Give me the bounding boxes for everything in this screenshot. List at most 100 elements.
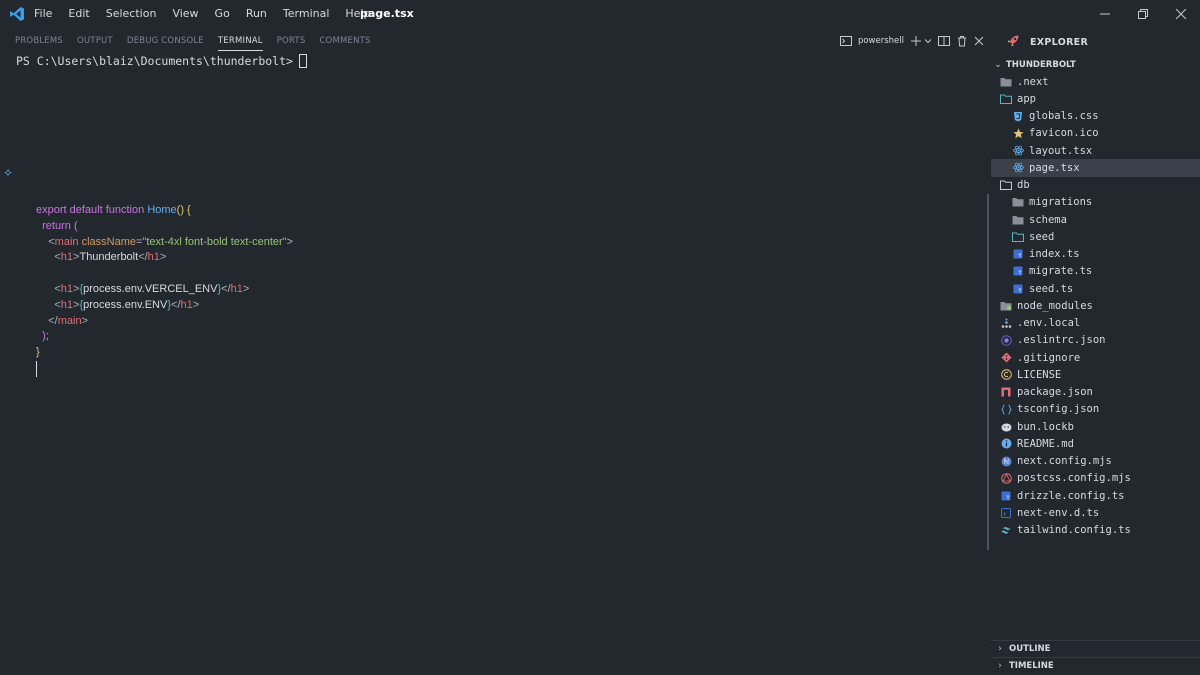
tab-debug-console[interactable]: DEBUG CONSOLE — [120, 30, 211, 52]
close-panel-icon[interactable] — [974, 36, 984, 46]
tag: h1 — [147, 251, 160, 264]
menu-edit[interactable]: Edit — [60, 0, 97, 28]
tree-item-seed[interactable]: seed — [991, 228, 1200, 245]
tree-item-label: package.json — [1017, 386, 1093, 399]
git-diamond-icon — [1000, 352, 1012, 364]
tree-item-label: tsconfig.json — [1017, 403, 1100, 416]
panel-scrollbar[interactable] — [987, 194, 989, 550]
tree-item-migrate-ts[interactable]: migrate.ts — [991, 263, 1200, 280]
menu-terminal[interactable]: Terminal — [275, 0, 338, 28]
restore-button[interactable] — [1124, 0, 1162, 28]
outline-section[interactable]: › OUTLINE — [991, 640, 1200, 657]
tree-item-page-tsx[interactable]: page.tsx — [991, 159, 1200, 177]
postcss-icon — [1000, 472, 1012, 484]
keyword: return — [42, 219, 71, 232]
panel-actions: powershell — [839, 30, 990, 52]
tree-item-label: db — [1017, 179, 1030, 192]
menu-run[interactable]: Run — [238, 0, 275, 28]
timeline-label: TIMELINE — [1009, 661, 1054, 671]
tree-item-license[interactable]: LICENSE — [991, 366, 1200, 383]
window-controls — [1086, 0, 1200, 28]
tree-item-migrations[interactable]: migrations — [991, 194, 1200, 211]
tree-item-label: postcss.config.mjs — [1017, 472, 1131, 485]
menu-view[interactable]: View — [164, 0, 206, 28]
window-title: page.tsx — [360, 7, 414, 20]
tree-item-label: LICENSE — [1017, 368, 1062, 381]
timeline-section[interactable]: › TIMELINE — [991, 657, 1200, 674]
tree-item-next-config-mjs[interactable]: next.config.mjs — [991, 453, 1200, 470]
project-name: THUNDERBOLT — [1006, 59, 1076, 70]
tag: h1 — [180, 298, 193, 311]
tree-item-globals-css[interactable]: globals.css — [991, 108, 1200, 125]
tree-item-schema[interactable]: schema — [991, 211, 1200, 228]
tree-item-next-env-d-ts[interactable]: next-env.d.ts — [991, 504, 1200, 521]
folder-closed-icon — [1012, 196, 1024, 208]
tree-item-seed-ts[interactable]: seed.ts — [991, 280, 1200, 297]
tab-problems[interactable]: PROBLEMS — [8, 30, 70, 52]
menu-selection[interactable]: Selection — [98, 0, 165, 28]
tab-comments[interactable]: COMMENTS — [312, 30, 377, 52]
trash-icon[interactable] — [956, 35, 968, 47]
npm-icon — [1000, 386, 1012, 398]
code-line-2: return ( — [42, 219, 78, 232]
tree-item-node-modules[interactable]: node_modules — [991, 297, 1200, 314]
ts-file-icon — [1012, 283, 1024, 295]
tree-item-db[interactable]: db — [991, 177, 1200, 194]
minimize-button[interactable] — [1086, 0, 1124, 28]
code-line-7: <h1>{process.env.ENV}</h1> — [54, 298, 200, 311]
split-terminal-icon[interactable] — [938, 35, 950, 47]
tree-item-label: drizzle.config.ts — [1017, 489, 1125, 502]
project-root[interactable]: ⌄ THUNDERBOLT — [991, 56, 1200, 73]
tree-item-label: README.md — [1017, 437, 1074, 450]
chevron-down-icon: ⌄ — [994, 59, 1002, 70]
close-window-button[interactable] — [1162, 0, 1200, 28]
tailwind-icon — [1000, 524, 1012, 536]
folder-open-icon — [1000, 179, 1012, 191]
tree-item-app[interactable]: app — [991, 90, 1200, 107]
code-line-6: <h1>{process.env.VERCEL_ENV}</h1> — [54, 282, 250, 295]
tree-item-label: globals.css — [1029, 110, 1099, 123]
tree-item-next[interactable]: .next — [991, 73, 1200, 90]
chevron-down-icon[interactable] — [924, 37, 932, 45]
tree-item-label: migrations — [1029, 196, 1093, 209]
tab-ports[interactable]: PORTS — [270, 30, 313, 52]
tree-item-label: .eslintrc.json — [1017, 334, 1106, 347]
tree-item-label: page.tsx — [1029, 161, 1080, 174]
minimize-icon — [1100, 13, 1110, 15]
tree-item-label: node_modules — [1017, 299, 1093, 312]
terminal-icon[interactable] — [839, 35, 852, 47]
expression: process.env.VERCEL_ENV — [83, 282, 218, 295]
tree-item-tsconfig-json[interactable]: tsconfig.json — [991, 401, 1200, 418]
vscode-logo-icon[interactable] — [0, 0, 34, 28]
tree-item-favicon-ico[interactable]: favicon.ico — [991, 125, 1200, 142]
tree-item-eslintrc-json[interactable]: .eslintrc.json — [991, 332, 1200, 349]
menu-go[interactable]: Go — [207, 0, 238, 28]
tree-item-index-ts[interactable]: index.ts — [991, 246, 1200, 263]
terminal-cursor — [298, 54, 307, 68]
tab-terminal[interactable]: TERMINAL — [211, 30, 270, 52]
tree-item-env-local[interactable]: .env.local — [991, 315, 1200, 332]
tree-item-layout-tsx[interactable]: layout.tsx — [991, 142, 1200, 159]
tree-item-drizzle-config-ts[interactable]: drizzle.config.ts — [991, 487, 1200, 504]
tree-item-postcss-config-mjs[interactable]: postcss.config.mjs — [991, 470, 1200, 487]
tree-item-readme-md[interactable]: README.md — [991, 435, 1200, 452]
terminal-output[interactable]: PS C:\Users\blaiz\Documents\thunderbolt> — [16, 54, 307, 68]
tree-item-label: schema — [1029, 213, 1067, 226]
tree-item-bun-lockb[interactable]: bun.lockb — [991, 418, 1200, 435]
tag: h1 — [60, 282, 74, 295]
tree-item-tailwind-config-ts[interactable]: tailwind.config.ts — [991, 522, 1200, 539]
shell-name[interactable]: powershell — [858, 36, 904, 46]
tree-item-label: .next — [1017, 75, 1049, 88]
close-icon — [1176, 9, 1186, 19]
menu-file[interactable]: File — [34, 0, 60, 28]
tag: h1 — [60, 251, 74, 264]
explorer-header: EXPLORER — [991, 28, 1200, 56]
chevron-right-icon: › — [998, 644, 1002, 654]
menu-bar: File Edit Selection View Go Run Terminal Help — [34, 0, 378, 28]
sparkle-icon[interactable]: ✧ — [3, 166, 13, 180]
tree-item-package-json[interactable]: package.json — [991, 384, 1200, 401]
tree-item-label: .gitignore — [1017, 351, 1081, 364]
tab-output[interactable]: OUTPUT — [70, 30, 120, 52]
new-terminal-plus-icon[interactable] — [910, 35, 922, 47]
tree-item-gitignore[interactable]: .gitignore — [991, 349, 1200, 366]
